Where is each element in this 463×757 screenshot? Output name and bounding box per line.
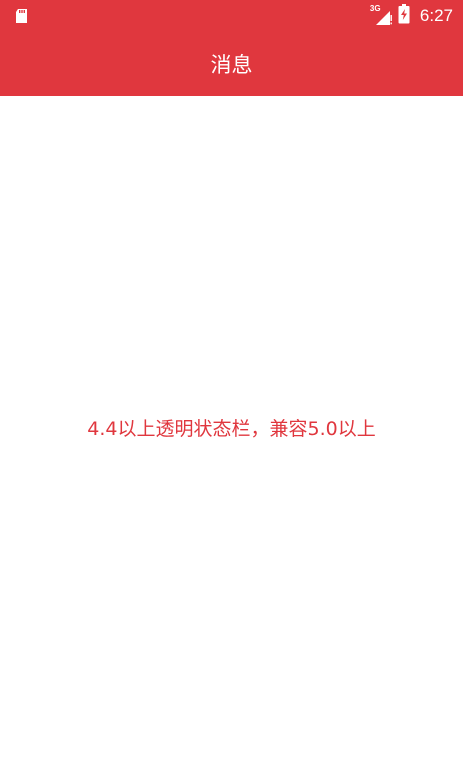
status-icons: 3G 6:27 — [370, 0, 453, 32]
sd-card-icon — [14, 8, 30, 24]
network-indicator: 3G — [370, 5, 392, 27]
battery-charging-icon — [398, 4, 410, 28]
phone-screen: 3G 6:27 消息 4.4以上透明状态栏，兼容5.0以上 — [0, 0, 463, 757]
message-text: 4.4以上透明状态栏，兼容5.0以上 — [87, 418, 376, 440]
signal-icon — [374, 9, 392, 31]
content-area: 4.4以上透明状态栏，兼容5.0以上 — [0, 96, 463, 757]
app-bar: 消息 — [0, 32, 463, 96]
status-bar: 3G 6:27 — [0, 0, 463, 32]
status-clock: 6:27 — [419, 6, 453, 25]
page-title: 消息 — [210, 53, 253, 77]
